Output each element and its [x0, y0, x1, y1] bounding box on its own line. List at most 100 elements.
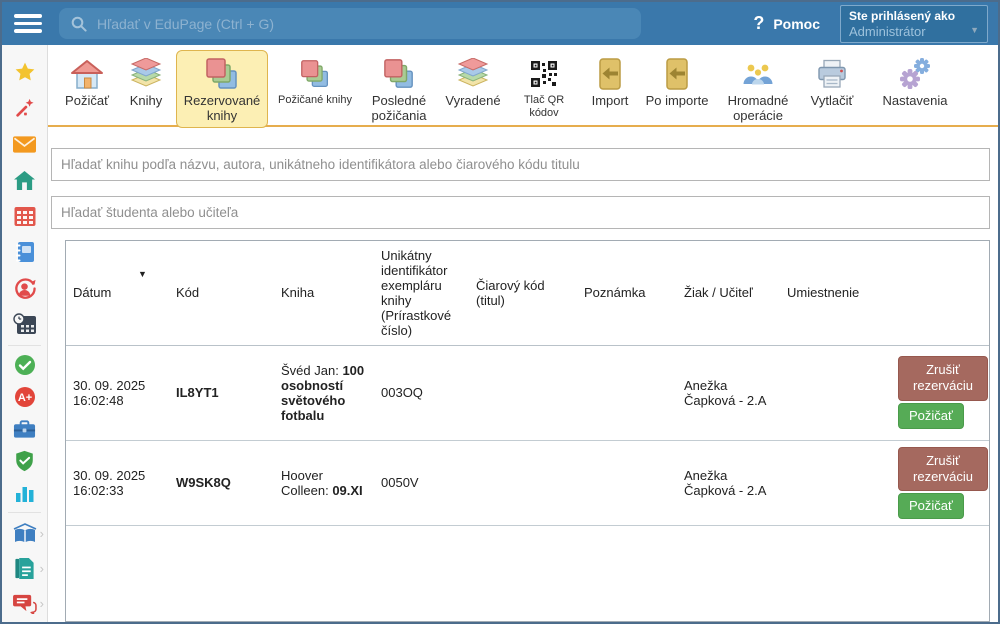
- import-arrow-icon: [664, 54, 690, 94]
- toolbar-label: Požičať: [65, 94, 109, 109]
- search-icon: [71, 16, 87, 32]
- toolbar-item-reserved-books[interactable]: Rezervované knihy: [176, 50, 268, 128]
- toolbar-item-import[interactable]: Import: [584, 50, 636, 113]
- sidebar-item-documents[interactable]: ›: [2, 551, 47, 586]
- table-row: 30. 09. 2025 16:02:48 IL8YT1 Švéd Jan: 1…: [66, 345, 989, 440]
- gears-icon: [897, 54, 933, 94]
- global-search-input[interactable]: [97, 16, 629, 32]
- printer-icon: [815, 54, 849, 94]
- column-header-student[interactable]: Žiak / Učiteľ: [677, 241, 780, 345]
- cell-actions: Zrušiť rezerváciu Požičať: [885, 345, 989, 440]
- toolbar-item-bulk-operations[interactable]: Hromadné operácie: [718, 50, 798, 128]
- mail-envelope-icon: [13, 136, 36, 153]
- cell-code: IL8YT1: [169, 345, 274, 440]
- cell-note: [577, 440, 677, 526]
- toolbar-label: Hromadné operácie: [721, 94, 795, 124]
- cell-student: Anežka Čapková - 2.A: [677, 345, 780, 440]
- check-circle-icon: [14, 354, 36, 376]
- column-header-location[interactable]: Umiestnenie: [780, 241, 885, 345]
- layered-squares-icon: [300, 54, 330, 94]
- toolbar-item-settings[interactable]: Nastavenia: [878, 50, 952, 113]
- cancel-reservation-button[interactable]: Zrušiť rezerváciu: [898, 356, 988, 401]
- toolbar-label: Tlač QR kódov: [513, 94, 575, 119]
- sidebar-item-timetable[interactable]: [2, 198, 47, 234]
- help-label: Pomoc: [773, 16, 820, 32]
- column-header-barcode[interactable]: Čiarový kód (titul): [469, 241, 577, 345]
- sidebar-item-editor[interactable]: [2, 621, 47, 622]
- sidebar-item-communication[interactable]: ›: [2, 586, 47, 621]
- help-question-icon: ?: [753, 13, 764, 34]
- column-header-code[interactable]: Kód: [169, 241, 274, 345]
- a-plus-circle-icon: A+: [14, 386, 36, 408]
- import-arrow-icon: [597, 54, 623, 94]
- hamburger-menu-icon[interactable]: [14, 14, 42, 33]
- sidebar-item-home[interactable]: [2, 162, 47, 198]
- chevron-right-icon: ›: [40, 560, 44, 575]
- edupage-library-window: ? Pomoc Ste prihlásený ako Administrátor…: [0, 0, 1000, 624]
- toolbar-item-after-import[interactable]: Po importe: [642, 50, 712, 113]
- library-book-icon: [12, 523, 38, 545]
- sidebar-item-wizard[interactable]: [2, 90, 47, 126]
- cancel-reservation-button[interactable]: Zrušiť rezerváciu: [898, 447, 988, 492]
- toolbar-label: Vytlačiť: [811, 94, 854, 109]
- people-group-icon: [741, 54, 775, 94]
- sidebar-item-grades[interactable]: A+: [2, 381, 47, 413]
- house-borrow-icon: [69, 54, 105, 94]
- cell-location: [780, 345, 885, 440]
- sidebar-item-calendar-plans[interactable]: [2, 306, 47, 342]
- reserved-books-page: Dátum ▼ Kód Kniha Unikátny identifikátor…: [48, 127, 998, 622]
- sidebar-item-agenda[interactable]: [2, 413, 47, 445]
- column-header-date[interactable]: Dátum ▼: [66, 241, 169, 345]
- sidebar-item-statistics[interactable]: [2, 477, 47, 509]
- toolbar-label: Knihy: [130, 94, 163, 109]
- column-header-unique-id[interactable]: Unikátny identifikátor exempláru knihy (…: [374, 241, 469, 345]
- chevron-right-icon: ›: [40, 525, 44, 540]
- toolbar-item-print[interactable]: Vytlačiť: [804, 50, 860, 113]
- toolbar-item-discarded[interactable]: Vyradené: [442, 50, 504, 113]
- bar-chart-icon: [15, 483, 35, 503]
- top-bar: ? Pomoc Ste prihlásený ako Administrátor…: [2, 2, 998, 45]
- sidebar-item-attendance[interactable]: [2, 349, 47, 381]
- toolbar-label: Po importe: [646, 94, 709, 109]
- star-icon: [14, 61, 36, 83]
- cell-actions: Zrušiť rezerváciu Požičať: [885, 440, 989, 526]
- global-search[interactable]: [59, 8, 641, 39]
- table-header-row: Dátum ▼ Kód Kniha Unikátny identifikátor…: [66, 241, 989, 345]
- borrow-button[interactable]: Požičať: [898, 493, 964, 519]
- toolbar-item-print-qr[interactable]: Tlač QR kódov: [510, 50, 578, 123]
- cell-unique-id: 003OQ: [374, 345, 469, 440]
- help-button[interactable]: ? Pomoc: [753, 13, 820, 34]
- column-header-actions: [885, 241, 989, 345]
- toolbar-label: Nastavenia: [882, 94, 947, 109]
- sidebar-item-admin[interactable]: [2, 445, 47, 477]
- sidebar-item-library[interactable]: ›: [2, 516, 47, 551]
- magic-wand-icon: [14, 97, 36, 119]
- cell-note: [577, 345, 677, 440]
- toolbar-label: Vyradené: [445, 94, 500, 109]
- notebook-icon: [15, 241, 35, 263]
- column-header-book[interactable]: Kniha: [274, 241, 374, 345]
- layered-squares-icon: [205, 54, 239, 94]
- toolbar-item-borrow[interactable]: Požičať: [58, 50, 116, 113]
- module-sidebar: A+: [2, 45, 48, 622]
- sidebar-item-classbook[interactable]: [2, 234, 47, 270]
- book-search-input[interactable]: [51, 148, 990, 181]
- toolbar-item-last-borrowings[interactable]: Posledné požičania: [362, 50, 436, 128]
- book-stack-icon: [129, 54, 163, 94]
- student-search-input[interactable]: [51, 196, 990, 229]
- svg-text:A+: A+: [17, 392, 31, 404]
- sidebar-item-favourites[interactable]: [2, 54, 47, 90]
- toolbar-item-books[interactable]: Knihy: [122, 50, 170, 113]
- logged-in-user-menu[interactable]: Ste prihlásený ako Administrátor ▼: [840, 5, 988, 43]
- sidebar-item-messages[interactable]: [2, 126, 47, 162]
- borrow-button[interactable]: Požičať: [898, 403, 964, 429]
- qr-code-icon: [530, 54, 558, 94]
- timetable-grid-icon: [14, 206, 36, 227]
- cell-book: Švéd Jan: 100 osobností světového fotbal…: [274, 345, 374, 440]
- chevron-right-icon: ›: [40, 595, 44, 610]
- toolbar-item-borrowed-books[interactable]: Požičané knihy: [274, 50, 356, 111]
- shield-check-icon: [14, 450, 35, 473]
- sidebar-item-substitution[interactable]: [2, 270, 47, 306]
- reservations-table: Dátum ▼ Kód Kniha Unikátny identifikátor…: [66, 241, 989, 526]
- column-header-note[interactable]: Poznámka: [577, 241, 677, 345]
